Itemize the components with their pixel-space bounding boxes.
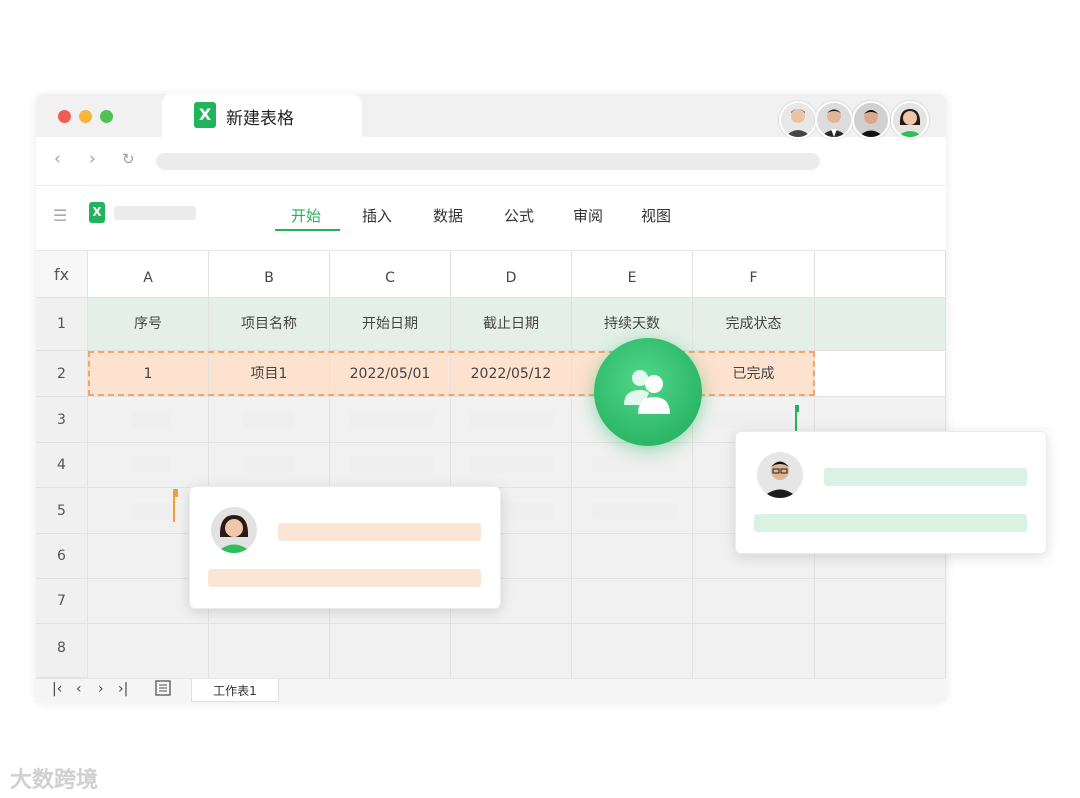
cell-placeholder xyxy=(592,456,677,473)
spreadsheet-app-icon: X xyxy=(89,202,105,223)
collaboration-badge[interactable] xyxy=(594,338,702,446)
back-icon[interactable]: ‹ xyxy=(54,149,61,169)
watermark: 大数跨境 xyxy=(10,768,99,793)
sheet-list-icon[interactable] xyxy=(155,680,171,700)
users-icon xyxy=(624,370,670,414)
browser-tab[interactable]: X 新建表格 xyxy=(162,94,362,137)
cell-placeholder xyxy=(243,411,294,428)
row-header-6[interactable]: 6 xyxy=(36,534,88,579)
text-placeholder xyxy=(208,569,481,587)
header-cell-status[interactable]: 完成状态 xyxy=(693,298,815,351)
orange-cursor xyxy=(173,496,175,522)
menu-icon[interactable]: ☰ xyxy=(53,206,67,225)
avatar[interactable] xyxy=(891,101,929,139)
last-sheet-icon[interactable]: ›| xyxy=(118,681,128,697)
column-header-d[interactable]: D xyxy=(451,251,572,298)
row-header-2[interactable]: 2 xyxy=(36,351,88,397)
cell-placeholder xyxy=(469,456,554,473)
text-placeholder xyxy=(824,468,1027,486)
prev-sheet-icon[interactable]: ‹ xyxy=(76,681,82,697)
data-cell-start-date[interactable]: 2022/05/01 xyxy=(330,351,451,397)
data-cell-index[interactable]: 1 xyxy=(88,351,209,397)
row-header-7[interactable]: 7 xyxy=(36,579,88,624)
sheet-status-bar: |‹ ‹ › ›| 工作表1 xyxy=(36,678,946,702)
tab-title: 新建表格 xyxy=(226,109,294,129)
text-placeholder xyxy=(754,514,1027,532)
tab-data[interactable]: 数据 xyxy=(433,205,463,226)
row-header-3[interactable]: 3 xyxy=(36,397,88,443)
cell-placeholder xyxy=(469,411,554,428)
tab-insert[interactable]: 插入 xyxy=(362,205,392,226)
close-window-button[interactable] xyxy=(58,110,71,123)
forward-icon[interactable]: › xyxy=(89,149,96,169)
data-cell-empty[interactable] xyxy=(815,351,946,397)
minimize-window-button[interactable] xyxy=(79,110,92,123)
reload-icon[interactable]: ↻ xyxy=(122,150,135,168)
cell-placeholder xyxy=(132,502,171,519)
cell-placeholder xyxy=(243,456,294,473)
avatar xyxy=(211,507,257,553)
active-tab-indicator xyxy=(275,229,340,231)
header-cell-end-date[interactable]: 截止日期 xyxy=(451,298,572,351)
data-cell-project-name[interactable]: 项目1 xyxy=(209,351,330,397)
header-cell-project-name[interactable]: 项目名称 xyxy=(209,298,330,351)
fx-label[interactable]: fx xyxy=(36,251,88,298)
row-header-8[interactable]: 8 xyxy=(36,624,88,678)
cell-placeholder xyxy=(349,456,434,473)
ribbon-toolbar: ☰ X 开始 插入 数据 公式 审阅 视图 xyxy=(36,186,946,251)
column-header-b[interactable]: B xyxy=(209,251,330,298)
tab-formula[interactable]: 公式 xyxy=(504,205,534,226)
column-header-c[interactable]: C xyxy=(330,251,451,298)
tab-start[interactable]: 开始 xyxy=(291,205,321,226)
document-name[interactable] xyxy=(114,206,196,220)
avatar[interactable] xyxy=(815,101,853,139)
header-cell-index[interactable]: 序号 xyxy=(88,298,209,351)
cell-placeholder xyxy=(349,411,434,428)
maximize-window-button[interactable] xyxy=(100,110,113,123)
cell-placeholder xyxy=(592,502,677,519)
row-header-1[interactable]: 1 xyxy=(36,298,88,351)
first-sheet-icon[interactable]: |‹ xyxy=(52,681,62,697)
next-sheet-icon[interactable]: › xyxy=(98,681,104,697)
avatar xyxy=(757,452,803,498)
column-header-a[interactable]: A xyxy=(88,251,209,298)
collaborator-card xyxy=(735,431,1047,554)
collaborator-card xyxy=(189,486,501,609)
tab-view[interactable]: 视图 xyxy=(641,205,671,226)
green-cursor xyxy=(795,411,797,431)
tab-review[interactable]: 审阅 xyxy=(573,205,603,226)
data-cell-status[interactable]: 已完成 xyxy=(693,351,815,397)
address-row: ‹ › ↻ xyxy=(36,137,946,186)
address-bar[interactable] xyxy=(156,153,820,170)
text-placeholder xyxy=(278,523,481,541)
spreadsheet-icon: X xyxy=(194,102,216,128)
sheet-tab-1[interactable]: 工作表1 xyxy=(191,679,279,702)
header-cell-empty[interactable] xyxy=(815,298,946,351)
avatar[interactable] xyxy=(779,101,817,139)
cell-placeholder xyxy=(132,456,171,473)
column-header-empty[interactable] xyxy=(815,251,946,298)
orange-cursor-flag xyxy=(173,489,178,497)
data-cell-end-date[interactable]: 2022/05/12 xyxy=(451,351,572,397)
column-header-f[interactable]: F xyxy=(693,251,815,298)
column-header-e[interactable]: E xyxy=(572,251,693,298)
row-header-5[interactable]: 5 xyxy=(36,488,88,534)
avatar[interactable] xyxy=(852,101,890,139)
header-cell-start-date[interactable]: 开始日期 xyxy=(330,298,451,351)
row-header-4[interactable]: 4 xyxy=(36,443,88,488)
cell-placeholder xyxy=(132,411,171,428)
green-cursor-flag xyxy=(795,405,799,412)
cell-placeholder xyxy=(712,411,792,428)
